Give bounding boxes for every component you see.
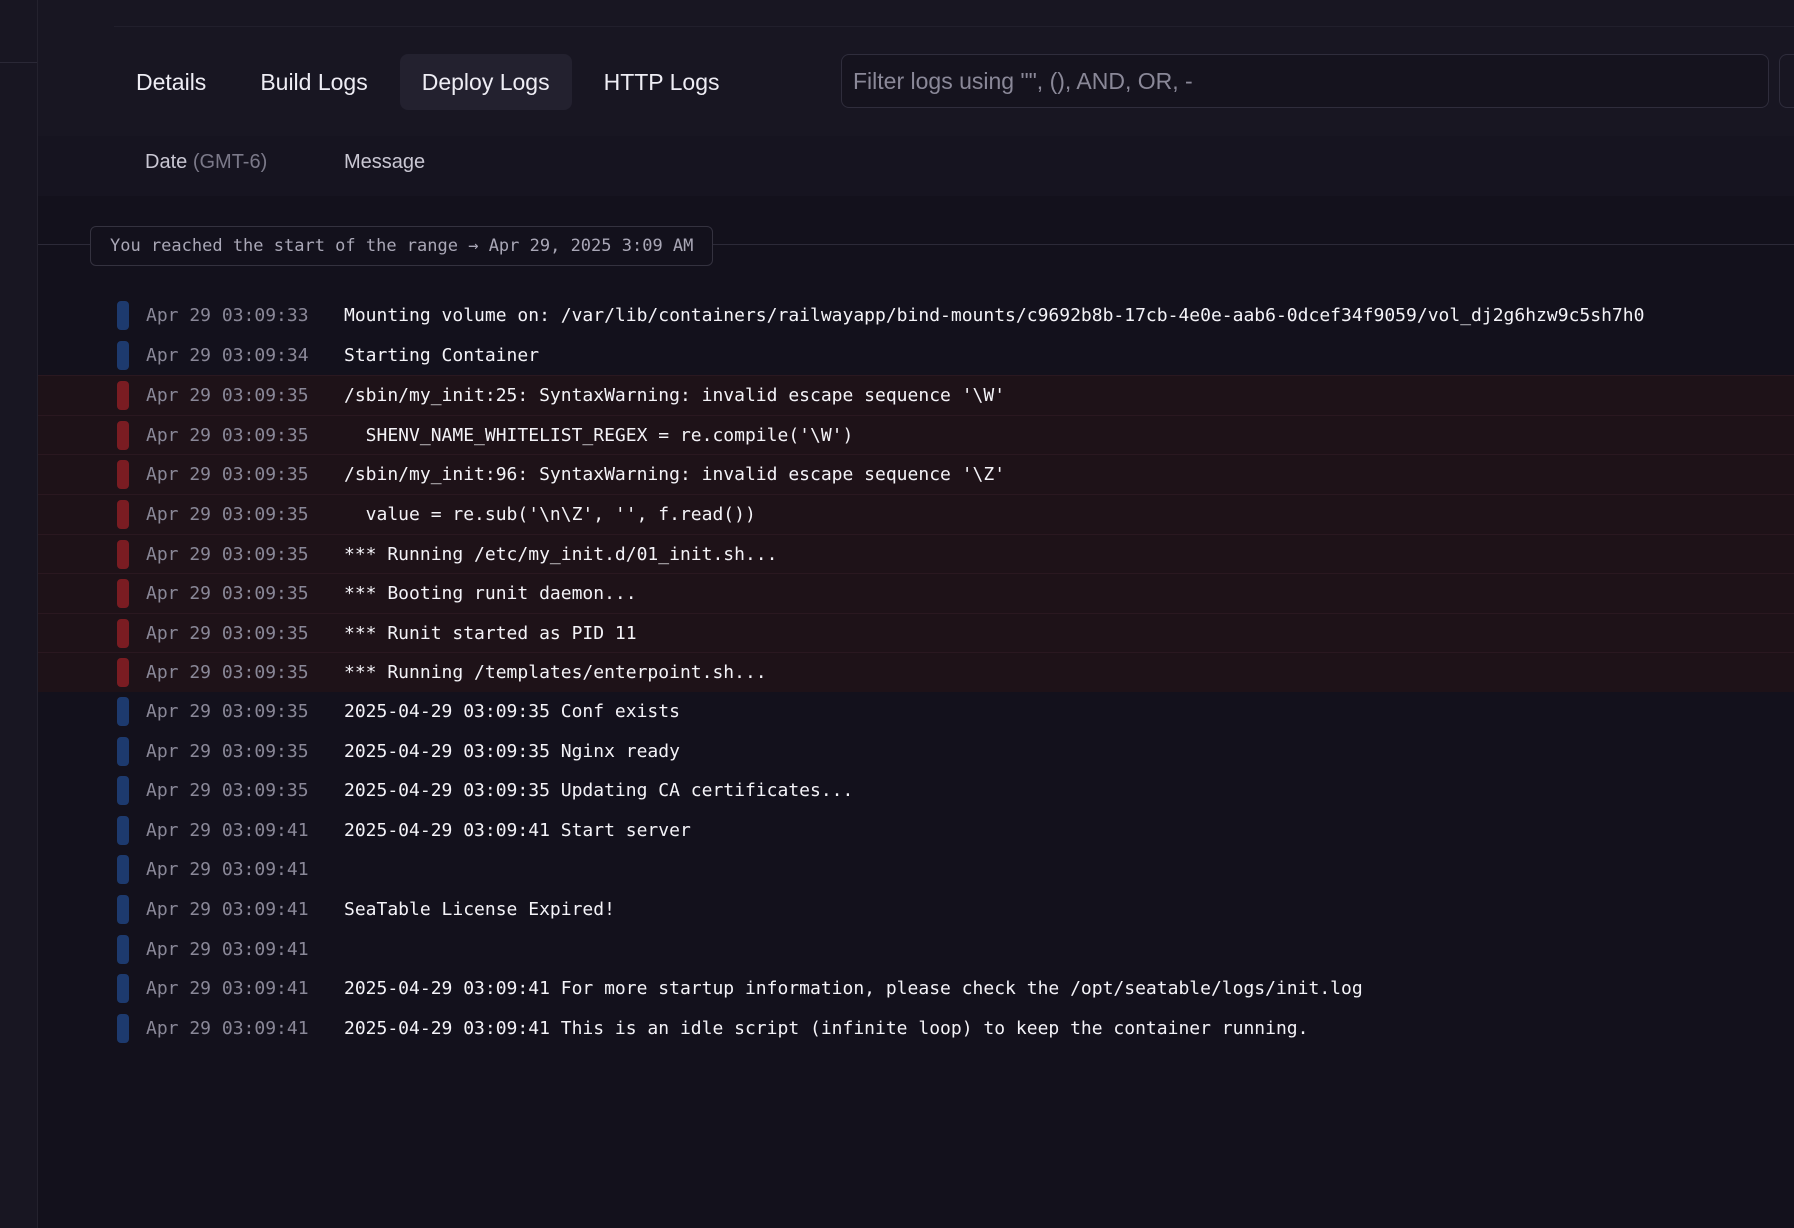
log-row[interactable]: Apr 29 03:09:35/sbin/my_init:25: SyntaxW… — [38, 375, 1794, 415]
log-timestamp: Apr 29 03:09:41 — [146, 859, 309, 881]
log-filter-input[interactable] — [842, 55, 1768, 107]
column-header: Date (GMT-6) Message — [38, 136, 1794, 196]
log-message: /sbin/my_init:96: SyntaxWarning: invalid… — [344, 464, 1006, 486]
log-timestamp: Apr 29 03:09:33 — [146, 305, 309, 326]
info-level-indicator — [117, 934, 129, 964]
info-level-indicator — [117, 340, 129, 370]
log-row[interactable]: Apr 29 03:09:41 2025-04-29 03:09:41 For m… — [38, 969, 1794, 1009]
filter-options-button[interactable] — [1779, 54, 1794, 108]
log-message: SHENV_NAME_WHITELIST_REGEX = re.compile(… — [344, 424, 854, 446]
log-timestamp: Apr 29 03:09:41 — [146, 978, 309, 1000]
log-timestamp: Apr 29 03:09:35 — [146, 780, 309, 802]
log-timestamp: Apr 29 03:09:34 — [146, 344, 309, 366]
info-level-indicator — [117, 696, 129, 726]
log-row[interactable]: Apr 29 03:09:33 Mounting volume on: /var/… — [38, 296, 1794, 336]
log-message: SeaTable License Expired! — [344, 898, 615, 920]
log-row[interactable]: Apr 29 03:09:35 2025-04-29 03:09:35 Nginx… — [38, 732, 1794, 772]
error-level-indicator — [117, 658, 129, 688]
log-timestamp: Apr 29 03:09:35 — [146, 385, 309, 407]
log-message: 2025-04-29 03:09:35 Updating CA certific… — [344, 780, 854, 802]
log-row[interactable]: Apr 29 03:09:35/sbin/my_init:96: SyntaxW… — [38, 454, 1794, 494]
error-level-indicator — [117, 499, 129, 529]
log-message: 2025-04-29 03:09:41 Start server — [344, 819, 691, 841]
tab-build-logs[interactable]: Build Logs — [238, 54, 389, 110]
error-level-indicator — [117, 539, 129, 569]
log-message: Starting Container — [344, 344, 540, 366]
log-message: *** Booting runit daemon... — [344, 583, 637, 605]
log-timestamp: Apr 29 03:09:35 — [146, 583, 309, 605]
date-column-header: Date (GMT-6) — [145, 151, 267, 174]
info-level-indicator — [117, 855, 129, 885]
divider — [114, 26, 1794, 27]
error-level-indicator — [117, 420, 129, 450]
sidebar-top-section — [0, 0, 37, 63]
log-row[interactable]: Apr 29 03:09:41 SeaTable License Expired! — [38, 890, 1794, 930]
message-column-header: Message — [344, 151, 426, 173]
log-timestamp: Apr 29 03:09:35 — [146, 662, 309, 684]
filter-box — [841, 54, 1769, 108]
log-timestamp: Apr 29 03:09:41 — [146, 819, 309, 841]
log-row[interactable]: Apr 29 03:09:35 SHENV_NAME_WHITELIST_REG… — [38, 414, 1794, 455]
log-timestamp: Apr 29 03:09:35 — [146, 464, 309, 486]
log-timestamp: Apr 29 03:09:41 — [146, 938, 309, 960]
log-row[interactable]: Apr 29 03:09:34 Starting Container — [38, 336, 1794, 376]
log-list: Apr 29 03:09:33 Mounting volume on: /var/… — [38, 296, 1794, 1048]
log-row[interactable]: Apr 29 03:09:35 2025-04-29 03:09:35 Conf … — [38, 692, 1794, 732]
log-timestamp: Apr 29 03:09:41 — [146, 898, 309, 920]
log-row[interactable]: Apr 29 03:09:35 value = re.sub('\n\Z', '… — [38, 493, 1794, 534]
tab-details[interactable]: Details — [114, 54, 228, 110]
info-level-indicator — [117, 776, 129, 806]
log-row[interactable]: Apr 29 03:09:41 — [38, 930, 1794, 970]
log-message: *** Running /templates/enterpoint.sh... — [344, 662, 767, 684]
log-message: *** Running /etc/my_init.d/01_init.sh... — [344, 543, 778, 565]
log-timestamp: Apr 29 03:09:35 — [146, 622, 309, 644]
log-timestamp: Apr 29 03:09:41 — [146, 1017, 309, 1039]
log-timestamp: Apr 29 03:09:35 — [146, 543, 309, 565]
log-timestamp: Apr 29 03:09:35 — [146, 503, 309, 525]
log-message: 2025-04-29 03:09:41 For more startup inf… — [344, 978, 1363, 1000]
timezone-label: (GMT-6) — [192, 151, 268, 173]
log-timestamp: Apr 29 03:09:35 — [146, 424, 309, 446]
tab-http-logs[interactable]: HTTP Logs — [582, 54, 742, 110]
log-message: /sbin/my_init:25: SyntaxWarning: invalid… — [344, 385, 1006, 407]
info-level-indicator — [117, 974, 129, 1004]
log-row[interactable]: Apr 29 03:09:35 *** Booting runit daemon.… — [38, 573, 1794, 613]
log-row[interactable]: Apr 29 03:09:41 2025-04-29 03:09:41 This … — [38, 1009, 1794, 1049]
log-message: 2025-04-29 03:09:41 This is an idle scri… — [344, 1017, 1309, 1039]
left-sidebar-strip — [0, 0, 38, 1228]
log-row[interactable]: Apr 29 03:09:35 2025-04-29 03:09:35 Updat… — [38, 771, 1794, 811]
log-message: 2025-04-29 03:09:35 Conf exists — [344, 700, 680, 722]
info-level-indicator — [117, 894, 129, 924]
log-timestamp: Apr 29 03:09:35 — [146, 740, 309, 762]
tab-deploy-logs[interactable]: Deploy Logs — [399, 54, 572, 110]
range-start-notice: You reached the start of the range → Apr… — [90, 226, 714, 266]
log-message: 2025-04-29 03:09:35 Nginx ready — [344, 740, 680, 762]
log-timestamp: Apr 29 03:09:35 — [146, 700, 309, 722]
log-message: value = re.sub('\n\Z', '', f.read()) — [344, 503, 756, 525]
log-row[interactable]: Apr 29 03:09:41 2025-04-29 03:09:41 Start… — [38, 811, 1794, 851]
info-level-indicator — [117, 736, 129, 766]
log-message: *** Runit started as PID 11 — [344, 622, 637, 644]
error-level-indicator — [117, 381, 129, 411]
error-level-indicator — [117, 460, 129, 490]
log-row[interactable]: Apr 29 03:09:35 *** Runit started as PID … — [38, 612, 1794, 653]
log-row[interactable]: Apr 29 03:09:35 *** Running /etc/my_init.… — [38, 533, 1794, 574]
log-row[interactable]: Apr 29 03:09:41 — [38, 850, 1794, 890]
log-message: Mounting volume on: /var/lib/containers/… — [344, 305, 1645, 326]
info-level-indicator — [117, 1013, 129, 1043]
error-level-indicator — [117, 618, 129, 648]
info-level-indicator — [117, 815, 129, 845]
error-level-indicator — [117, 579, 129, 609]
info-level-indicator — [117, 301, 129, 330]
date-column-label: Date — [145, 151, 188, 173]
tab-bar: Details Build Logs Deploy Logs HTTP Logs — [114, 54, 742, 110]
log-row[interactable]: Apr 29 03:09:35 *** Running /templates/en… — [38, 652, 1794, 692]
